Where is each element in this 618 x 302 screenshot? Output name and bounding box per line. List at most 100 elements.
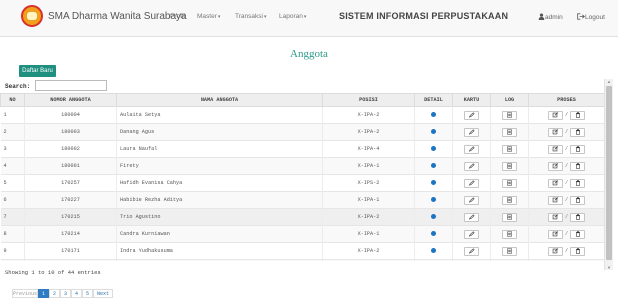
col-header-kartu[interactable]: KARTU [452, 93, 491, 107]
cell-log [490, 157, 529, 175]
col-header-nomor[interactable]: NOMOR ANGGOTA [24, 93, 117, 107]
log-button[interactable] [502, 161, 517, 171]
delete-button[interactable] [570, 161, 586, 171]
edit-button[interactable] [547, 144, 563, 154]
delete-button[interactable] [570, 212, 586, 222]
cell-no: 10 [0, 259, 25, 261]
pagination-page[interactable]: 2 [49, 289, 60, 298]
scroll-thumb[interactable] [606, 86, 612, 260]
user-menu[interactable]: admin [538, 13, 563, 21]
edit-button[interactable] [547, 229, 563, 239]
info-circle-icon[interactable] [431, 230, 436, 236]
nav-transaksi[interactable]: Transaksi▾ [235, 13, 266, 20]
vertical-scrollbar[interactable]: ▲ ▼ [604, 79, 613, 270]
edit-button[interactable] [547, 246, 563, 256]
kartu-button[interactable] [464, 229, 479, 239]
cell-nama-anggota: Indra Yudhakusuma [116, 242, 323, 260]
proses-separator: / [564, 129, 569, 136]
delete-button[interactable] [570, 144, 586, 154]
info-circle-icon[interactable] [431, 247, 436, 253]
edit-button[interactable] [547, 110, 563, 120]
table-header-row: NO NOMOR ANGGOTA NAMA ANGGOTA POSISI DET… [0, 93, 605, 107]
pagination-page[interactable]: 3 [60, 289, 71, 298]
pagination-previous[interactable]: Previous [12, 289, 38, 298]
edit-icon [552, 179, 559, 188]
log-button[interactable] [502, 144, 517, 154]
log-button[interactable] [502, 127, 517, 137]
kartu-button[interactable] [464, 161, 479, 171]
delete-button[interactable] [570, 195, 586, 205]
log-button[interactable] [502, 212, 517, 222]
cell-posisi: X-IPA-1 [322, 259, 415, 261]
nav-master[interactable]: Master▾ [197, 13, 220, 20]
proses-separator: / [564, 248, 569, 255]
info-circle-icon[interactable] [431, 213, 436, 219]
brand-name[interactable]: SMA Dharma Wanita Surabaya [48, 11, 187, 22]
list-icon [506, 128, 513, 137]
delete-button[interactable] [570, 127, 586, 137]
log-button[interactable] [502, 178, 517, 188]
col-header-proses[interactable]: PROSES [528, 93, 605, 107]
pagination-page[interactable]: 5 [82, 289, 93, 298]
kartu-button[interactable] [464, 144, 479, 154]
info-circle-icon[interactable] [431, 179, 436, 185]
cell-no: 6 [0, 191, 25, 209]
delete-button[interactable] [570, 178, 586, 188]
delete-button[interactable] [570, 229, 586, 239]
info-circle-icon[interactable] [431, 196, 436, 202]
edit-icon [552, 196, 559, 205]
info-circle-icon[interactable] [431, 111, 436, 117]
cell-log [490, 225, 529, 243]
table-row: 2 180003 Danang Agus X-IPA-2 / [0, 123, 605, 141]
edit-button[interactable] [547, 161, 563, 171]
kartu-button[interactable] [464, 212, 479, 222]
pagination-page[interactable]: 1 [38, 289, 49, 298]
cell-nama-anggota: Habibie Rezha Aditya [116, 191, 323, 209]
edit-button[interactable] [547, 178, 563, 188]
list-icon [506, 179, 513, 188]
school-logo-icon[interactable] [21, 5, 43, 27]
proses-separator: / [564, 146, 569, 153]
col-header-detail[interactable]: DETAIL [414, 93, 453, 107]
info-circle-icon[interactable] [431, 128, 436, 134]
cell-log [490, 242, 529, 260]
user-name: admin [545, 14, 563, 21]
log-button[interactable] [502, 110, 517, 120]
info-circle-icon[interactable] [431, 145, 436, 151]
edit-button[interactable] [547, 212, 563, 222]
info-circle-icon[interactable] [431, 162, 436, 168]
cell-nomor-anggota: 170257 [24, 174, 117, 192]
col-header-nama[interactable]: NAMA ANGGOTA [116, 93, 323, 107]
list-icon [506, 162, 513, 171]
scroll-up-icon[interactable]: ▲ [606, 79, 612, 84]
scroll-down-icon[interactable]: ▼ [606, 265, 612, 270]
kartu-button[interactable] [464, 195, 479, 205]
logout-link[interactable]: Logout [577, 13, 605, 21]
cell-nama-anggota: Danang Agus [116, 123, 323, 141]
nav-laporan[interactable]: Laporan▾ [279, 13, 306, 20]
nav-profil[interactable]: Profil [170, 13, 185, 20]
kartu-button[interactable] [464, 127, 479, 137]
table-row: 3 180002 Laura Naufal X-IPA-4 / [0, 140, 605, 158]
col-header-no[interactable]: NO [0, 93, 25, 107]
log-button[interactable] [502, 229, 517, 239]
edit-button[interactable] [547, 127, 563, 137]
delete-button[interactable] [570, 246, 586, 256]
kartu-button[interactable] [464, 246, 479, 256]
add-member-button[interactable]: Daftar Baru [19, 65, 56, 77]
cell-proses: / [528, 225, 605, 243]
log-button[interactable] [502, 195, 517, 205]
log-button[interactable] [502, 246, 517, 256]
pagination-page[interactable]: 4 [71, 289, 82, 298]
search-input[interactable] [35, 80, 107, 91]
col-header-posisi[interactable]: POSISI [322, 93, 415, 107]
cell-nama-anggota: Hafidh Evanisa Cahya [116, 174, 323, 192]
table-row: 1 180004 Aulaita Setya X-IPA-2 / [0, 106, 605, 124]
cell-proses: / [528, 259, 605, 261]
kartu-button[interactable] [464, 110, 479, 120]
edit-button[interactable] [547, 195, 563, 205]
kartu-button[interactable] [464, 178, 479, 188]
col-header-log[interactable]: LOG [490, 93, 529, 107]
delete-button[interactable] [570, 110, 586, 120]
pagination-next[interactable]: Next [93, 289, 113, 298]
